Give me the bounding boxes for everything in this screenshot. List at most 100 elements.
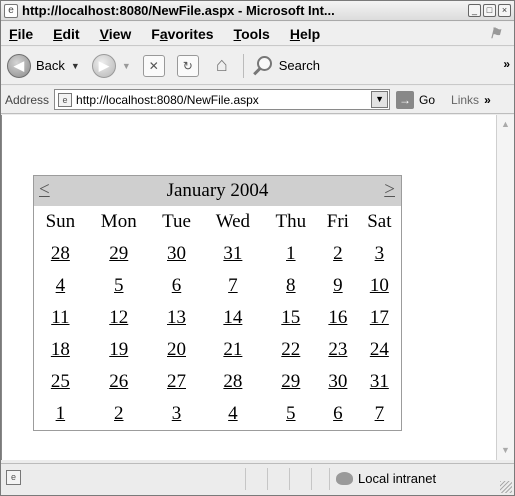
day-link[interactable]: 6: [333, 403, 343, 424]
next-month-link[interactable]: >: [384, 179, 395, 201]
calendar-day[interactable]: 4: [34, 270, 87, 302]
calendar-day[interactable]: 2: [318, 238, 358, 270]
links-label[interactable]: Links: [451, 93, 479, 107]
day-link[interactable]: 30: [167, 243, 186, 264]
day-link[interactable]: 31: [223, 243, 242, 264]
calendar-day[interactable]: 30: [318, 366, 358, 398]
day-link[interactable]: 5: [286, 403, 296, 424]
calendar-day[interactable]: 28: [34, 238, 87, 270]
day-link[interactable]: 8: [286, 275, 296, 296]
forward-dropdown-icon[interactable]: ▼: [122, 61, 131, 71]
calendar-day[interactable]: 6: [151, 270, 202, 302]
links-overflow-icon[interactable]: »: [484, 93, 491, 107]
menu-help[interactable]: Help: [290, 26, 320, 42]
menu-edit[interactable]: Edit: [53, 26, 79, 42]
calendar-day[interactable]: 31: [202, 238, 263, 270]
day-link[interactable]: 4: [228, 403, 238, 424]
day-link[interactable]: 7: [375, 403, 385, 424]
day-link[interactable]: 28: [51, 243, 70, 264]
day-link[interactable]: 21: [223, 339, 242, 360]
calendar-day[interactable]: 11: [34, 302, 87, 334]
maximize-button[interactable]: □: [483, 4, 496, 17]
day-link[interactable]: 22: [281, 339, 300, 360]
scroll-down-icon[interactable]: ▼: [498, 443, 513, 458]
calendar-day[interactable]: 1: [264, 238, 319, 270]
calendar-day[interactable]: 3: [151, 398, 202, 430]
search-button[interactable]: Search: [252, 55, 320, 77]
calendar-day[interactable]: 18: [34, 334, 87, 366]
stop-icon[interactable]: ✕: [142, 54, 165, 77]
day-link[interactable]: 2: [333, 243, 343, 264]
calendar-day[interactable]: 23: [318, 334, 358, 366]
calendar-day[interactable]: 17: [358, 302, 401, 334]
day-link[interactable]: 1: [56, 403, 66, 424]
day-link[interactable]: 19: [109, 339, 128, 360]
day-link[interactable]: 31: [370, 371, 389, 392]
calendar-day[interactable]: 12: [87, 302, 151, 334]
minimize-button[interactable]: _: [468, 4, 481, 17]
calendar-day[interactable]: 3: [358, 238, 401, 270]
forward-button[interactable]: ▶ ▼: [91, 53, 131, 78]
day-link[interactable]: 2: [114, 403, 124, 424]
menu-view[interactable]: View: [100, 26, 132, 42]
day-link[interactable]: 26: [109, 371, 128, 392]
menu-tools[interactable]: Tools: [234, 26, 270, 42]
close-button[interactable]: ×: [498, 4, 511, 17]
calendar-day[interactable]: 7: [202, 270, 263, 302]
day-link[interactable]: 20: [167, 339, 186, 360]
calendar-day[interactable]: 22: [264, 334, 319, 366]
calendar-day[interactable]: 4: [202, 398, 263, 430]
toolbar-overflow-icon[interactable]: »: [503, 57, 510, 71]
day-link[interactable]: 6: [172, 275, 182, 296]
calendar-day[interactable]: 5: [87, 270, 151, 302]
menu-file[interactable]: File: [9, 26, 33, 42]
day-link[interactable]: 29: [109, 243, 128, 264]
resize-grip-icon[interactable]: [500, 481, 512, 493]
day-link[interactable]: 13: [167, 307, 186, 328]
day-link[interactable]: 16: [328, 307, 347, 328]
menu-favorites[interactable]: Favorites: [151, 26, 213, 42]
calendar-day[interactable]: 6: [318, 398, 358, 430]
day-link[interactable]: 17: [370, 307, 389, 328]
calendar-day[interactable]: 25: [34, 366, 87, 398]
calendar-day[interactable]: 13: [151, 302, 202, 334]
calendar-day[interactable]: 26: [87, 366, 151, 398]
day-link[interactable]: 10: [370, 275, 389, 296]
calendar-day[interactable]: 10: [358, 270, 401, 302]
calendar-day[interactable]: 5: [264, 398, 319, 430]
day-link[interactable]: 4: [56, 275, 66, 296]
calendar-day[interactable]: 1: [34, 398, 87, 430]
day-link[interactable]: 14: [223, 307, 242, 328]
calendar-day[interactable]: 7: [358, 398, 401, 430]
home-icon[interactable]: ⌂: [211, 54, 233, 77]
calendar-day[interactable]: 9: [318, 270, 358, 302]
day-link[interactable]: 9: [333, 275, 343, 296]
calendar-day[interactable]: 21: [202, 334, 263, 366]
calendar-day[interactable]: 15: [264, 302, 319, 334]
address-input[interactable]: e http://localhost:8080/NewFile.aspx ▼: [54, 89, 391, 110]
calendar-day[interactable]: 24: [358, 334, 401, 366]
day-link[interactable]: 5: [114, 275, 124, 296]
calendar-day[interactable]: 31: [358, 366, 401, 398]
day-link[interactable]: 12: [109, 307, 128, 328]
calendar-day[interactable]: 2: [87, 398, 151, 430]
day-link[interactable]: 30: [328, 371, 347, 392]
previous-month-link[interactable]: <: [39, 179, 50, 201]
scroll-up-icon[interactable]: ▲: [498, 117, 513, 132]
day-link[interactable]: 25: [51, 371, 70, 392]
day-link[interactable]: 28: [223, 371, 242, 392]
calendar-day[interactable]: 14: [202, 302, 263, 334]
day-link[interactable]: 3: [375, 243, 385, 264]
calendar-day[interactable]: 19: [87, 334, 151, 366]
day-link[interactable]: 29: [281, 371, 300, 392]
go-button[interactable]: → Go: [396, 90, 435, 109]
day-link[interactable]: 1: [286, 243, 296, 264]
day-link[interactable]: 7: [228, 275, 238, 296]
day-link[interactable]: 18: [51, 339, 70, 360]
day-link[interactable]: 23: [328, 339, 347, 360]
calendar-day[interactable]: 8: [264, 270, 319, 302]
calendar-day[interactable]: 29: [87, 238, 151, 270]
day-link[interactable]: 24: [370, 339, 389, 360]
vertical-scrollbar[interactable]: ▲ ▼: [496, 115, 514, 460]
day-link[interactable]: 27: [167, 371, 186, 392]
